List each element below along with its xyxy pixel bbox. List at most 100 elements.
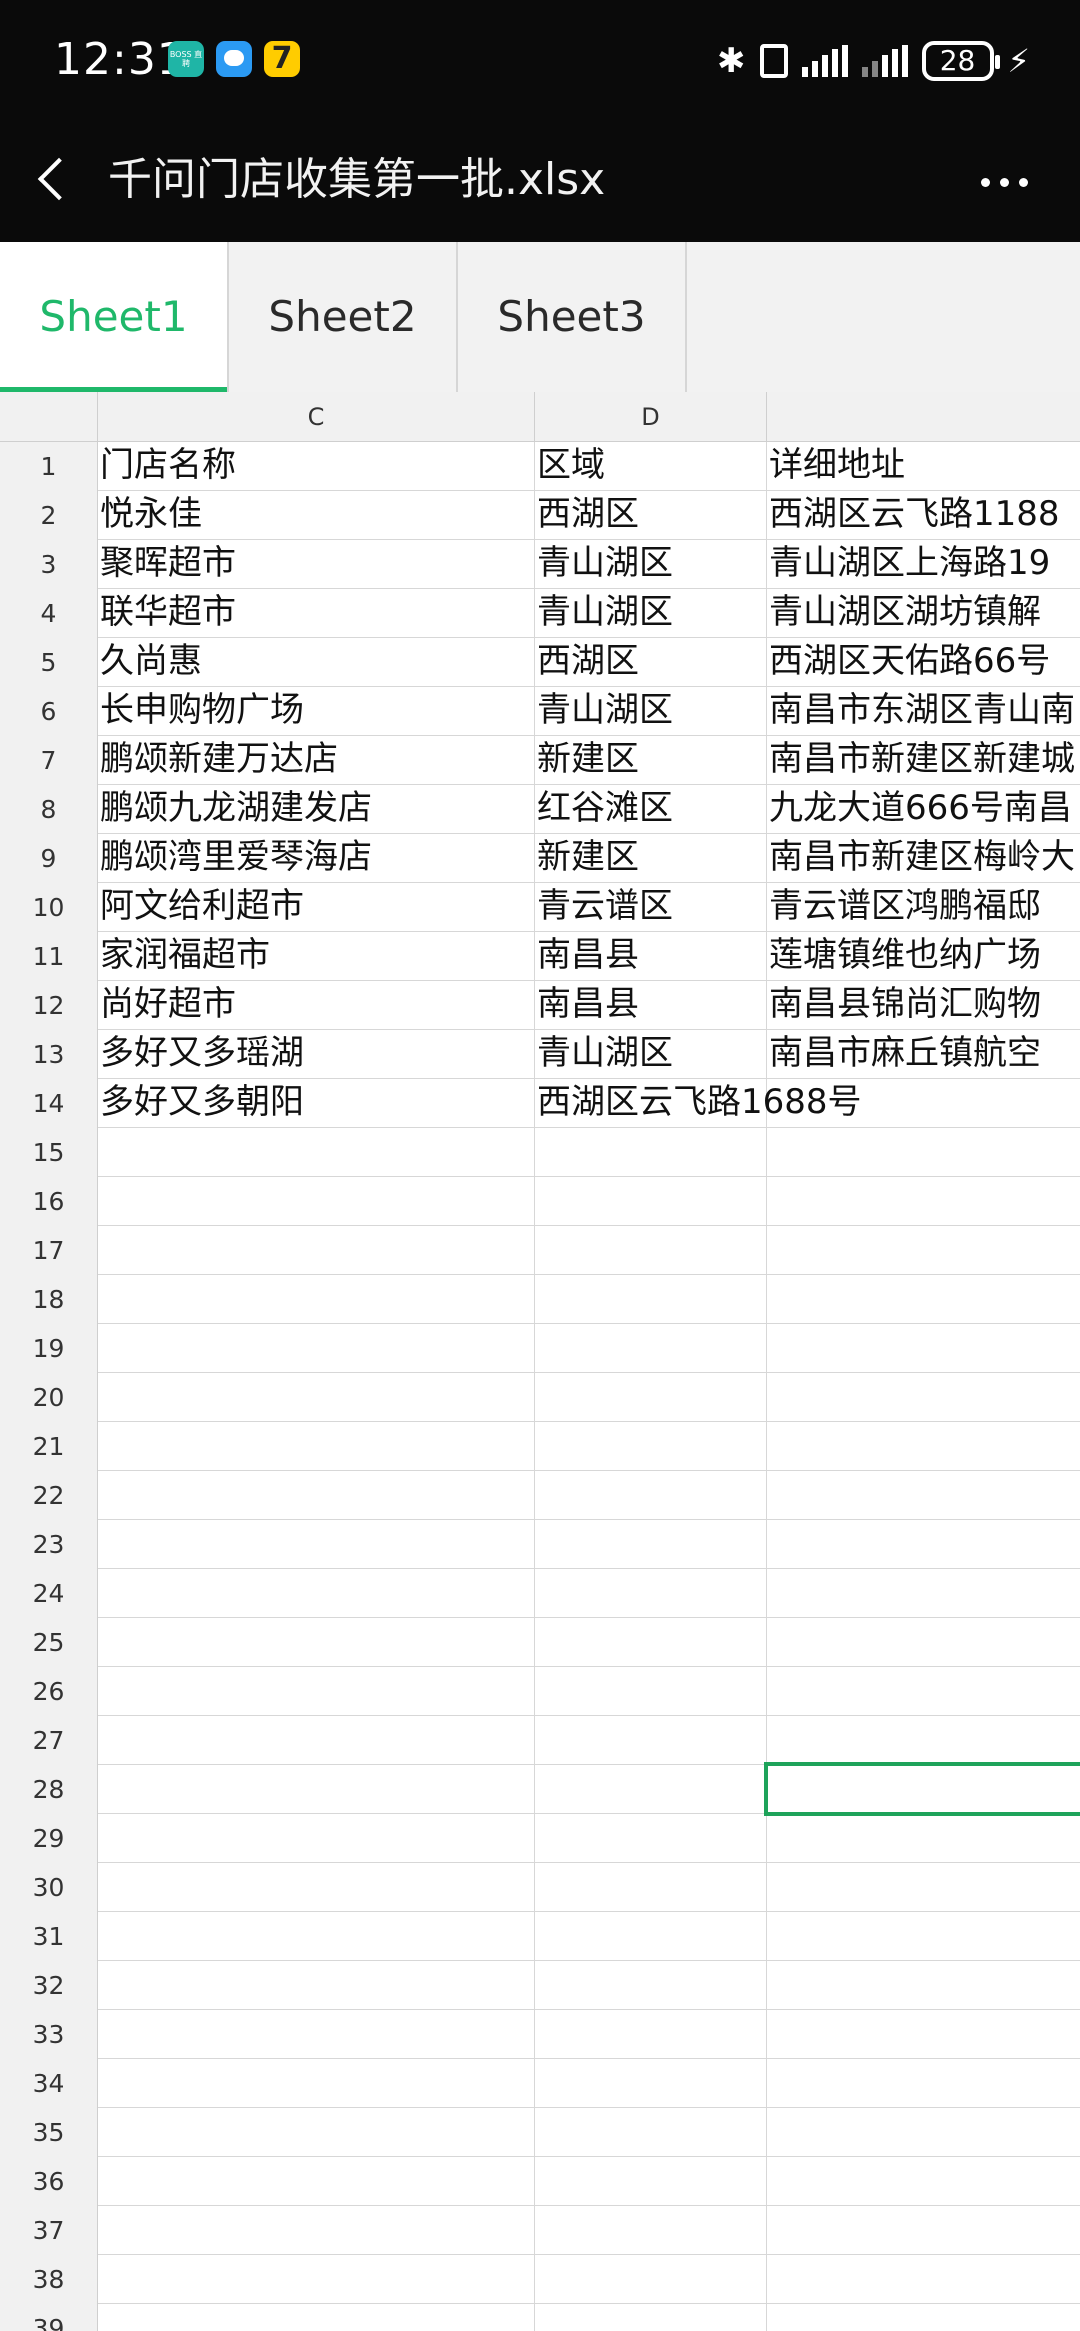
cell-e[interactable] [767,1128,1080,1177]
row-number[interactable]: 16 [0,1177,98,1226]
cell-c[interactable]: 长申购物广场 [98,687,535,736]
row-number[interactable]: 2 [0,491,98,540]
cell-c[interactable]: 鹏颂湾里爱琴海店 [98,834,535,883]
row-number[interactable]: 39 [0,2304,98,2331]
cell-d[interactable] [535,2255,767,2304]
cell-c[interactable] [98,2206,535,2255]
row-number[interactable]: 23 [0,1520,98,1569]
cell-d[interactable]: 南昌县 [535,981,767,1030]
cell-c[interactable]: 鹏颂九龙湖建发店 [98,785,535,834]
row-number[interactable]: 36 [0,2157,98,2206]
row-number[interactable]: 9 [0,834,98,883]
row-number[interactable]: 17 [0,1226,98,1275]
cell-e[interactable]: 西湖区云飞路1188 [767,491,1080,540]
row-number[interactable]: 31 [0,1912,98,1961]
cell-c[interactable]: 多好又多瑶湖 [98,1030,535,1079]
cell-d[interactable] [535,2108,767,2157]
cell-e[interactable]: 莲塘镇维也纳广场 [767,932,1080,981]
cell-d[interactable] [535,1373,767,1422]
row-number[interactable]: 13 [0,1030,98,1079]
row-number[interactable]: 11 [0,932,98,981]
tab-sheet3[interactable]: Sheet3 [458,242,687,392]
row-number[interactable]: 7 [0,736,98,785]
row-number[interactable]: 34 [0,2059,98,2108]
column-header-d[interactable]: D [535,392,767,442]
cell-d[interactable] [535,1569,767,1618]
cell-e[interactable]: 青云谱区鸿鹏福邸 [767,883,1080,932]
cell-c[interactable]: 门店名称 [98,442,535,491]
cell-c[interactable] [98,2255,535,2304]
cell-c[interactable] [98,1814,535,1863]
row-number[interactable]: 6 [0,687,98,736]
cell-d[interactable]: 新建区 [535,736,767,785]
row-number[interactable]: 4 [0,589,98,638]
spreadsheet-grid[interactable]: C D 1 门店名称 区域 详细地址 2 悦永佳 西湖区 西湖区云飞路1188 3 聚晖超市 青山湖… [0,392,1080,2331]
cell-e[interactable] [767,1226,1080,1275]
cell-d[interactable]: 青山湖区 [535,589,767,638]
row-number[interactable]: 8 [0,785,98,834]
row-number[interactable]: 1 [0,442,98,491]
cell-e[interactable] [767,1177,1080,1226]
cell-c[interactable] [98,1863,535,1912]
cell-d[interactable] [535,1912,767,1961]
cell-c[interactable] [98,1667,535,1716]
cell-c[interactable]: 多好又多朝阳 [98,1079,535,1128]
cell-c[interactable]: 聚晖超市 [98,540,535,589]
cell-e[interactable]: 九龙大道666号南昌 [767,785,1080,834]
column-header-e[interactable] [767,392,1080,442]
cell-c[interactable] [98,1961,535,2010]
row-number[interactable]: 12 [0,981,98,1030]
cell-d[interactable]: 西湖区 [535,638,767,687]
cell-d[interactable] [535,1324,767,1373]
row-number[interactable]: 33 [0,2010,98,2059]
row-number[interactable]: 28 [0,1765,98,1814]
cell-e[interactable] [767,2108,1080,2157]
row-number[interactable]: 27 [0,1716,98,1765]
row-number[interactable]: 37 [0,2206,98,2255]
row-number[interactable]: 19 [0,1324,98,1373]
cell-e[interactable] [767,2206,1080,2255]
cell-d[interactable]: 西湖区云飞路1688号 [535,1079,862,1128]
cell-c[interactable] [98,1275,535,1324]
cell-d[interactable]: 西湖区 [535,491,767,540]
cell-d[interactable] [535,2304,767,2331]
cell-e[interactable] [767,2157,1080,2206]
cell-e[interactable] [767,2059,1080,2108]
row-number[interactable]: 21 [0,1422,98,1471]
cell-d[interactable] [535,1961,767,2010]
cell-c[interactable] [98,2304,535,2331]
cell-d[interactable] [535,1177,767,1226]
row-number[interactable]: 5 [0,638,98,687]
back-arrow-icon[interactable] [30,150,80,210]
tab-sheet1[interactable]: Sheet1 [0,242,229,392]
cell-c[interactable] [98,1422,535,1471]
cell-c[interactable]: 尚好超市 [98,981,535,1030]
row-number[interactable]: 3 [0,540,98,589]
row-number[interactable]: 18 [0,1275,98,1324]
cell-e[interactable] [767,1520,1080,1569]
row-number[interactable]: 20 [0,1373,98,1422]
cell-c[interactable] [98,1373,535,1422]
cell-c[interactable] [98,1569,535,1618]
row-number[interactable]: 30 [0,1863,98,1912]
cell-d[interactable] [535,1667,767,1716]
cell-e[interactable] [767,1471,1080,1520]
cell-d[interactable] [535,2206,767,2255]
row-number[interactable]: 14 [0,1079,98,1128]
corner-header[interactable] [0,392,98,442]
cell-d[interactable] [535,2010,767,2059]
cell-c[interactable]: 联华超市 [98,589,535,638]
cell-e[interactable]: 青山湖区上海路19 [767,540,1080,589]
cell-e[interactable]: 南昌市麻丘镇航空 [767,1030,1080,1079]
cell-e[interactable] [767,2255,1080,2304]
cell-e[interactable] [767,2010,1080,2059]
cell-c[interactable] [98,1471,535,1520]
cell-e[interactable] [767,1275,1080,1324]
cell-e[interactable] [767,1324,1080,1373]
cell-e[interactable]: 青山湖区湖坊镇解 [767,589,1080,638]
cell-d[interactable] [535,1226,767,1275]
cell-c[interactable] [98,2157,535,2206]
cell-d[interactable] [535,1618,767,1667]
more-options-icon[interactable] [964,152,1044,212]
cell-c[interactable] [98,2059,535,2108]
